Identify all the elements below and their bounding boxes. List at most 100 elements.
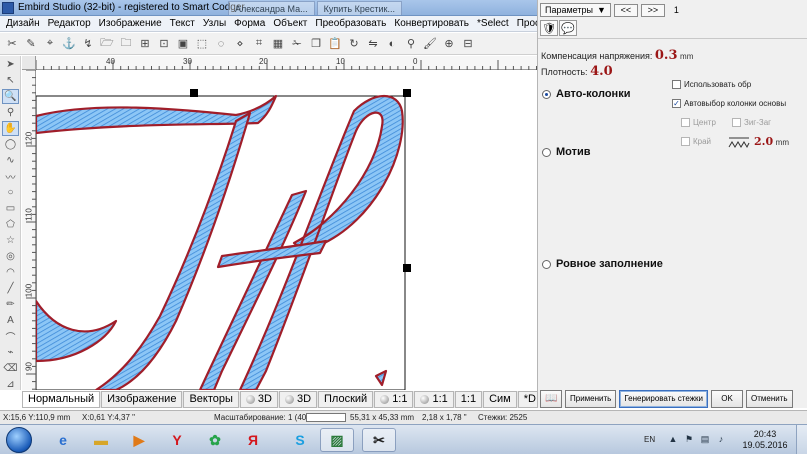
checkbox[interactable] [681,137,690,146]
zigzag-checkbox-row[interactable]: Зиг-Заг [732,118,771,127]
select-node-icon[interactable]: ⋄ [232,36,248,52]
selection-handle[interactable] [190,89,198,97]
zoom-tool-icon[interactable]: 🔍 [2,89,19,104]
ellipse-icon[interactable]: ◯ [2,137,19,152]
menu-design[interactable]: Дизайн [2,18,44,29]
eyedropper-icon[interactable]: ⚲ [403,36,419,52]
apply-button[interactable]: Применить [565,390,617,408]
checkbox[interactable] [672,80,681,89]
embroidery-design[interactable] [36,71,537,390]
embird-icon[interactable]: ✂ [362,428,396,452]
show-desktop-button[interactable] [796,425,807,454]
view-tab[interactable]: Плоский [318,391,374,408]
menu-image[interactable]: Изображение [95,18,166,29]
view-tab[interactable]: 3D [239,391,278,408]
radio-button[interactable] [542,259,551,269]
ie-icon[interactable]: e [46,428,80,452]
line-icon[interactable]: ╱ [2,281,19,296]
circle-icon[interactable]: ○ [2,185,19,200]
menu-shape[interactable]: Форма [230,18,269,29]
tray-flag-icon[interactable]: ⚑ [684,434,694,444]
media-player-icon[interactable]: ▶ [122,428,156,452]
hand-icon[interactable]: ✋ [2,121,19,136]
speech-bubble-icon[interactable]: 💬 [559,20,577,36]
pen-icon[interactable]: ✎ [23,36,39,52]
center-checkbox-row[interactable]: Центр [681,118,716,127]
view-tab[interactable]: *D. Ma [517,391,537,408]
eraser-icon[interactable]: ⌫ [2,361,19,376]
book-icon[interactable]: 📖 [540,390,562,408]
ok-button[interactable]: OK [711,390,744,408]
stitch-objects[interactable] [36,94,404,390]
view-tab[interactable]: 1:1 [374,391,414,408]
menu-view[interactable]: Просмот [513,18,537,29]
view-tab[interactable]: 3D [278,391,318,408]
folder-save-icon[interactable]: ⊡ [156,36,172,52]
view-tab[interactable]: Сим [483,391,517,408]
design-canvas[interactable] [36,71,537,390]
image-viewer-icon[interactable]: ▨ [320,428,354,452]
option-auto-columns[interactable]: Авто-колонки [542,88,630,100]
spiral-icon[interactable]: ◎ [2,249,19,264]
compensation-value[interactable]: 0.3 [655,48,678,63]
freehand-icon[interactable]: 〰 [2,169,19,184]
arrange-icon[interactable]: ⊟ [460,36,476,52]
menu-object[interactable]: Объект [269,18,311,29]
menu-select[interactable]: *Select [473,18,513,29]
selection-handle[interactable] [403,264,411,272]
copy-icon[interactable]: ❐ [308,36,324,52]
measure-icon[interactable]: ⊿ [2,377,19,392]
use-obr-checkbox-row[interactable]: Использовать обр [672,80,751,89]
checkbox[interactable]: ✓ [672,99,681,108]
curve-icon[interactable]: ⌒ [2,329,19,344]
checkbox[interactable] [681,118,690,127]
menu-editor[interactable]: Редактор [44,18,95,29]
zoom-1-icon[interactable]: ⚲ [2,105,19,120]
option-even-fill[interactable]: Ровное заполнение [542,258,663,270]
select-rect-icon[interactable]: ⬚ [194,36,210,52]
fill-icon[interactable]: ◐ [384,36,400,52]
view-tab[interactable]: Векторы [183,391,239,408]
yandex-browser-icon[interactable]: Я [236,428,270,452]
menu-nodes[interactable]: Узлы [199,18,230,29]
edge-value[interactable]: 2.0 [754,135,773,148]
view-tab[interactable]: Нормальный [22,391,101,408]
menu-text[interactable]: Текст [166,18,199,29]
background-tab[interactable]: Александра Ма... [228,1,315,15]
polygon-icon[interactable]: ⬠ [2,217,19,232]
node-icon[interactable]: ⌖ [42,36,58,52]
select-lasso-icon[interactable]: ◌ [213,36,229,52]
star-icon[interactable]: ☆ [2,233,19,248]
prev-button[interactable]: << [613,3,638,17]
view-tab[interactable]: Изображение [101,391,183,408]
density-value[interactable]: 4.0 [590,64,613,79]
rotate-icon[interactable]: ↻ [346,36,362,52]
cancel-button[interactable]: Отменить [746,390,793,408]
brush-icon[interactable]: 🖌 [422,36,438,52]
edge-checkbox-row[interactable]: Край [681,137,711,146]
generate-stitches-button[interactable]: Генерировать стежки [619,390,709,408]
pencil-icon[interactable]: ✏ [2,297,19,312]
start-button[interactable] [6,427,32,453]
checkbox[interactable] [732,118,741,127]
radio-button[interactable] [542,89,551,99]
next-button[interactable]: >> [640,3,665,17]
anchor-icon[interactable]: ⚓ [61,36,77,52]
network-icon[interactable]: ▤ [700,434,710,444]
node-arrow-icon[interactable]: ↖ [2,73,19,88]
auto-column-checkbox-row[interactable]: ✓ Автовыбор колонки основы [672,99,786,108]
menu-convert[interactable]: Конвертировать [390,18,473,29]
folder-icon[interactable]: ▬ [84,428,118,452]
folder-open-icon[interactable]: 🗁 [99,36,115,52]
skype-icon[interactable]: S [283,428,317,452]
disk-icon[interactable]: ▣ [175,36,191,52]
zoom-input[interactable] [306,413,346,422]
selection-handle[interactable] [403,89,411,97]
crop-icon[interactable]: ⌗ [251,36,267,52]
arrow-icon[interactable]: ➤ [2,57,19,72]
rect-icon[interactable]: ▭ [2,201,19,216]
yandex-icon[interactable]: Y [160,428,194,452]
folder-plus-icon[interactable]: ⊞ [137,36,153,52]
paste-icon[interactable]: 📋 [327,36,343,52]
folder-icon[interactable]: 🗀 [118,36,134,52]
